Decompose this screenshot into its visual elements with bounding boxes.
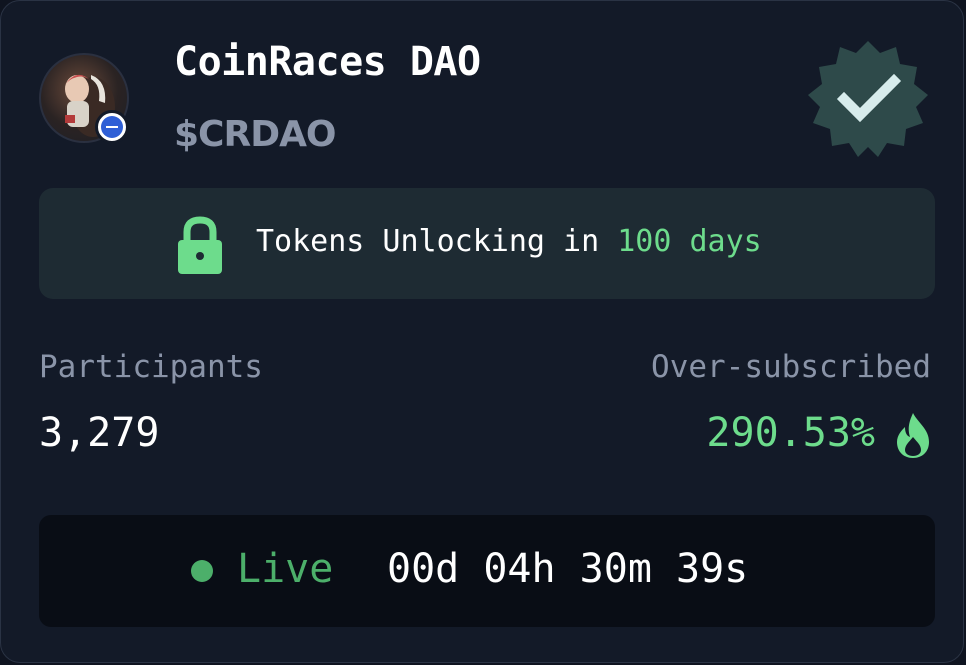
unlock-prefix: Tokens Unlocking in <box>256 224 618 259</box>
participants-value: 3,279 <box>39 410 160 456</box>
sale-card[interactable]: CoinRaces DAO $CRDAO Tokens Unlocking in… <box>0 0 964 663</box>
flame-icon <box>894 411 932 459</box>
project-name: CoinRaces DAO <box>174 39 481 85</box>
unlock-days: 100 days <box>617 224 762 259</box>
unlock-text: Tokens Unlocking in 100 days <box>256 224 762 259</box>
verified-badge-icon <box>806 39 930 159</box>
lock-icon <box>176 216 224 274</box>
project-ticker: $CRDAO <box>174 114 337 155</box>
live-indicator-dot <box>191 560 213 582</box>
participants-label: Participants <box>39 349 263 385</box>
oversubscribed-label: Over-subscribed <box>651 349 931 385</box>
countdown-timer: 00d 04h 30m 39s <box>387 546 749 592</box>
oversubscribed-value: 290.53% <box>706 410 875 456</box>
chain-badge-icon <box>95 110 129 144</box>
status-label: Live <box>237 546 334 592</box>
